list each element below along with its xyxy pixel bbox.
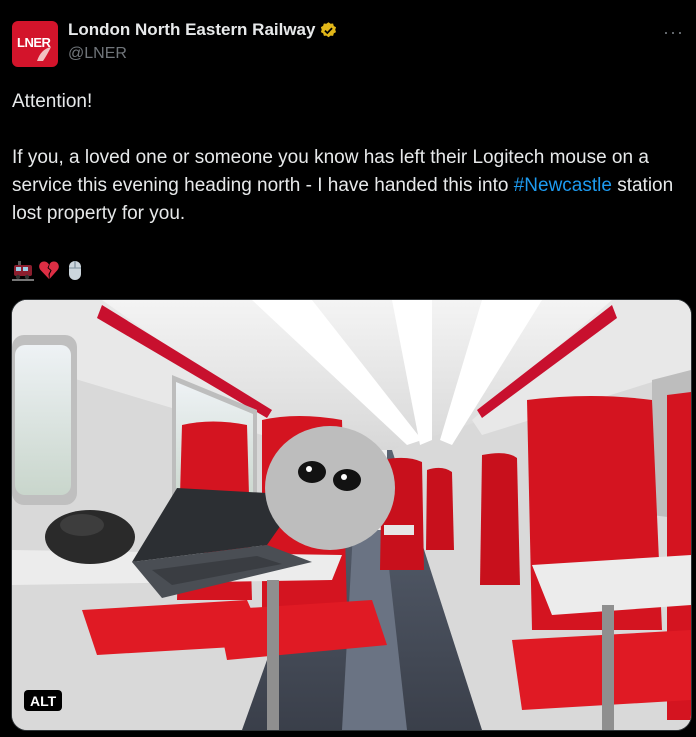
lner-decoration-icon — [37, 47, 51, 61]
more-options-button[interactable]: ··· — [663, 22, 684, 43]
tweet-line-attention: Attention! — [12, 91, 93, 112]
computer-mouse-emoji-icon — [69, 261, 81, 280]
alt-text-badge[interactable]: ALT — [24, 690, 63, 711]
hashtag-link[interactable]: #Newcastle — [514, 175, 612, 196]
display-name[interactable]: London North Eastern Railway — [68, 20, 315, 40]
tweet-body: If you, a loved one or someone you know … — [12, 144, 684, 228]
train-interior-illustration — [12, 300, 691, 730]
avatar[interactable]: LNER — [12, 21, 58, 67]
mouse-shape — [45, 510, 135, 564]
cat-meme-shape — [265, 426, 395, 550]
emoji-row — [12, 259, 86, 281]
handle[interactable]: @LNER — [68, 45, 127, 63]
verified-badge-icon[interactable] — [319, 21, 338, 40]
tweet-text: Attention! If you, a loved one or someon… — [12, 88, 684, 228]
name-row: London North Eastern Railway — [68, 20, 338, 40]
broken-heart-emoji-icon — [39, 261, 59, 279]
train-emoji-icon — [12, 261, 34, 281]
tweet-media-image[interactable] — [11, 299, 692, 731]
